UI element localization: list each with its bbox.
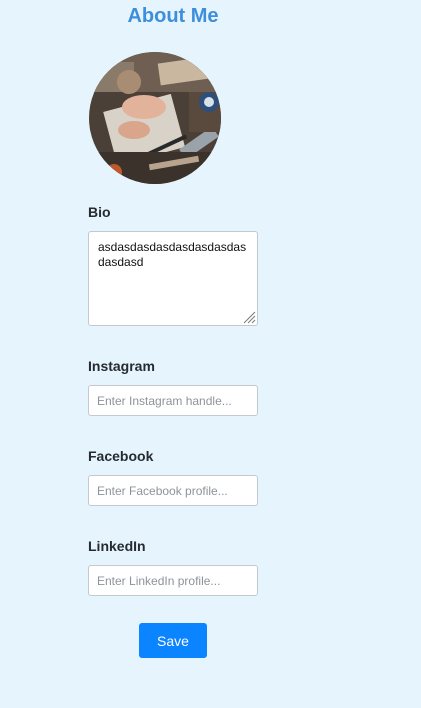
instagram-input[interactable] (88, 385, 258, 416)
facebook-input[interactable] (88, 475, 258, 506)
profile-avatar (89, 52, 221, 184)
bio-label: Bio (88, 204, 111, 220)
about-me-page: About Me Bio asdasdasdasdasdasdasdasdasd… (0, 0, 421, 708)
resize-handle-icon[interactable] (242, 310, 256, 324)
save-button[interactable]: Save (139, 623, 207, 658)
profile-photo-image (89, 52, 221, 184)
facebook-label: Facebook (88, 448, 154, 464)
linkedin-label: LinkedIn (88, 538, 146, 554)
linkedin-input[interactable] (88, 565, 258, 596)
bio-textarea[interactable]: asdasdasdasdasdasdasdasdasdasd (88, 231, 258, 326)
instagram-label: Instagram (88, 358, 155, 374)
page-title: About Me (127, 5, 219, 27)
bio-text: asdasdasdasdasdasdasdasdasdasd (98, 240, 247, 269)
